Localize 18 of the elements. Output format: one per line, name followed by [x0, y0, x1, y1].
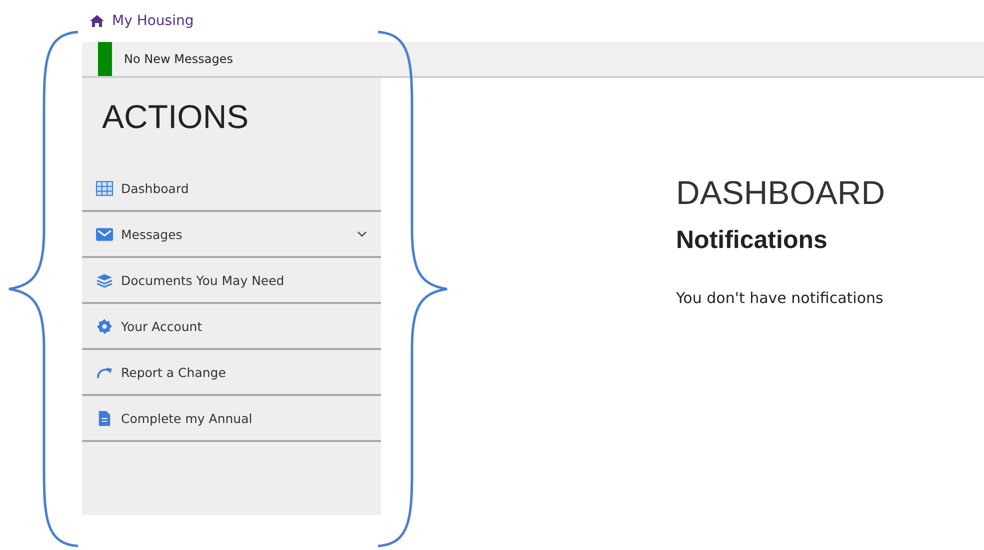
grid-icon — [96, 180, 113, 196]
sidebar-item[interactable]: Report a Change — [82, 350, 381, 396]
sidebar-item[interactable]: Complete my Annual — [82, 396, 381, 442]
section-heading: Notifications — [676, 226, 828, 255]
mail-icon — [96, 226, 113, 242]
sidebar-item[interactable]: Your Account — [82, 304, 381, 350]
sidebar-title: ACTIONS — [102, 98, 250, 136]
page-title: DASHBOARD — [676, 174, 886, 212]
document-icon — [96, 410, 113, 426]
sidebar-item[interactable]: Documents You May Need — [82, 258, 381, 304]
message-status: No New Messages — [124, 52, 233, 66]
gear-icon — [96, 318, 113, 334]
home-link[interactable]: My Housing — [112, 13, 194, 29]
sidebar-item[interactable]: Messages — [82, 212, 381, 258]
sidebar-item[interactable]: Dashboard — [82, 166, 381, 212]
layers-icon — [96, 272, 113, 288]
home-icon — [90, 15, 104, 27]
empty-message: You don't have notifications — [676, 289, 884, 307]
